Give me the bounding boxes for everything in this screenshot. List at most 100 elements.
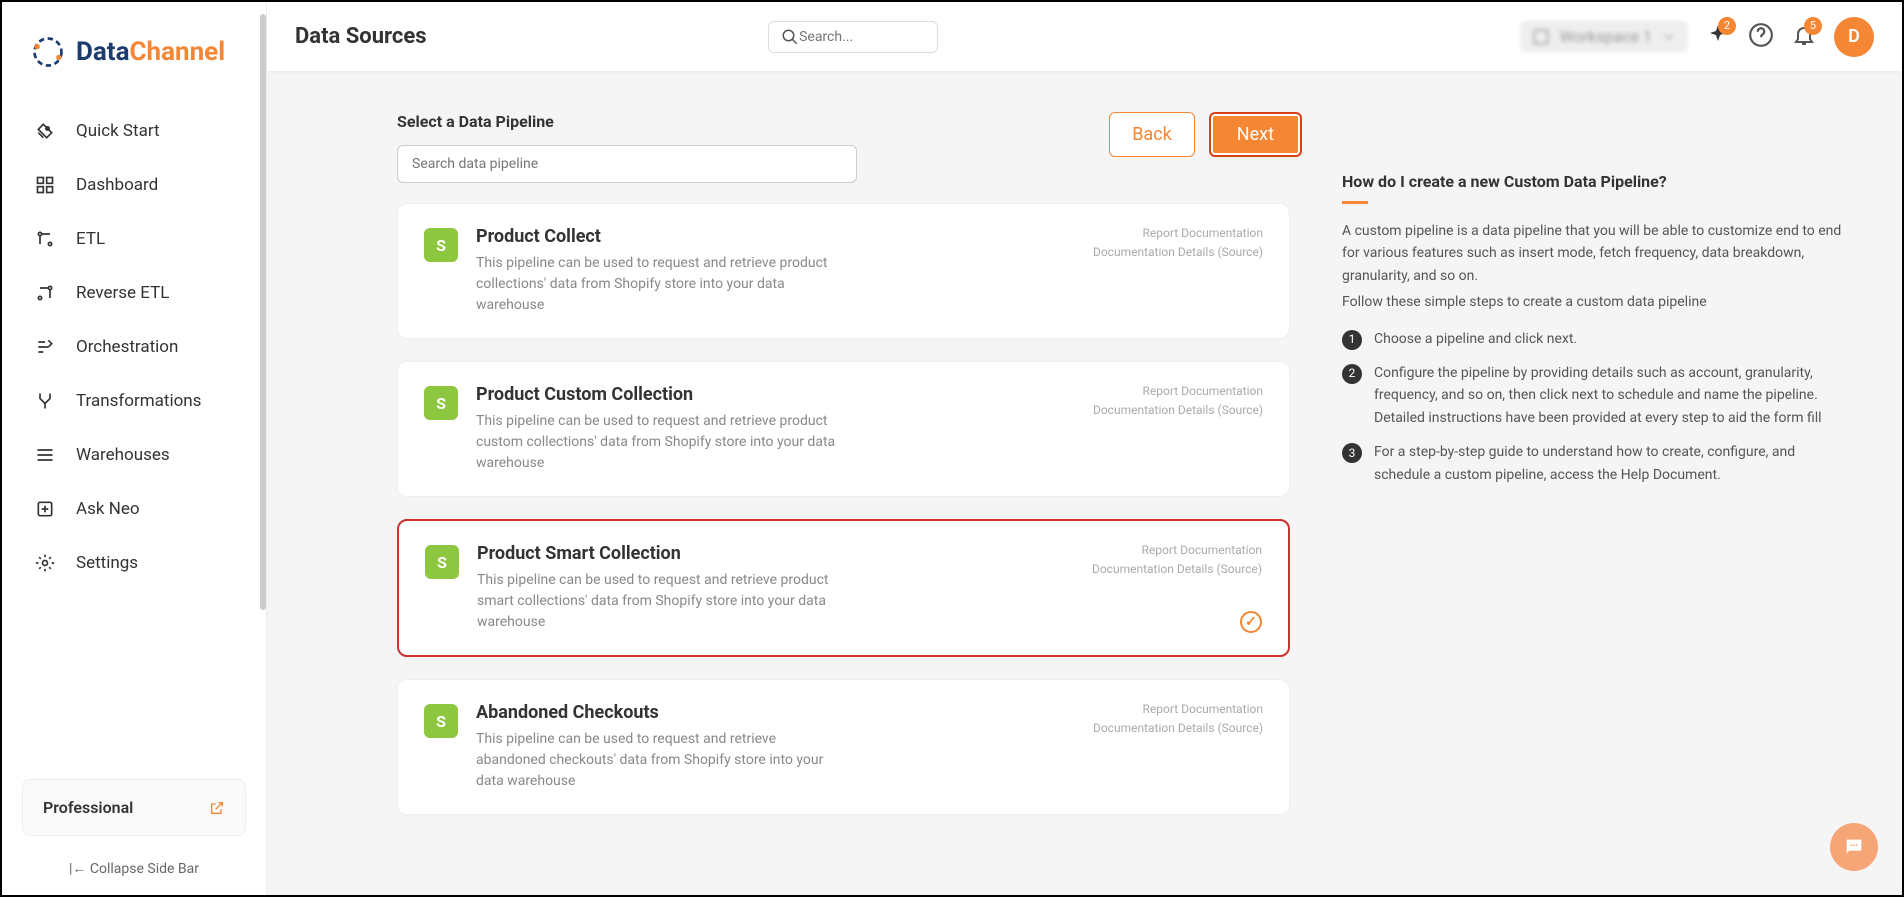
sidebar-item-label: Reverse ETL (76, 283, 169, 303)
orchestration-icon (32, 336, 58, 358)
reverse-etl-icon (32, 282, 58, 304)
section-title: Select a Data Pipeline (397, 112, 857, 131)
dashboard-icon (32, 174, 58, 196)
help-paragraph: Follow these simple steps to create a cu… (1342, 291, 1852, 313)
help-title: How do I create a new Custom Data Pipeli… (1342, 172, 1852, 191)
transformations-icon (32, 390, 58, 412)
step-number: 1 (1342, 330, 1362, 350)
sidebar-item-label: Transformations (76, 391, 201, 411)
sidebar-nav: Quick Start Dashboard ETL Reverse ETL Or… (2, 94, 266, 769)
step-text: Configure the pipeline by providing deta… (1374, 362, 1852, 429)
logo-text-channel: Channel (130, 37, 226, 67)
sidebar-item-label: Dashboard (76, 175, 158, 195)
card-description: This pipeline can be used to request and… (477, 570, 847, 633)
collapse-sidebar-button[interactable]: |← Collapse Side Bar (2, 846, 266, 895)
sidebar-item-etl[interactable]: ETL (2, 212, 266, 266)
topbar: Data Sources Workspace 1 2 (267, 2, 1902, 72)
help-underline (1342, 201, 1368, 204)
pipeline-search-input[interactable] (397, 145, 857, 183)
shopify-icon: S (425, 545, 459, 579)
help-paragraph: A custom pipeline is a data pipeline tha… (1342, 220, 1852, 287)
sidebar-item-label: Warehouses (76, 445, 170, 465)
workspace-label: Workspace 1 (1560, 27, 1652, 46)
selected-check-icon (1240, 611, 1262, 633)
sidebar-item-ask-neo[interactable]: Ask Neo (2, 482, 266, 536)
step-number: 2 (1342, 364, 1362, 384)
settings-icon (32, 552, 58, 574)
pipeline-card[interactable]: S Product Collect This pipeline can be u… (397, 203, 1290, 339)
back-button[interactable]: Back (1109, 112, 1195, 157)
notifications-badge: 5 (1804, 17, 1822, 35)
card-link-details[interactable]: Documentation Details (Source) (1093, 401, 1263, 420)
pipeline-card[interactable]: S Product Smart Collection This pipeline… (397, 519, 1290, 657)
sparkle-badge: 2 (1718, 17, 1736, 35)
search-icon (781, 28, 799, 46)
page-title: Data Sources (295, 24, 427, 49)
sidebar-item-reverse-etl[interactable]: Reverse ETL (2, 266, 266, 320)
global-search-input[interactable] (799, 29, 909, 45)
help-button[interactable] (1748, 22, 1774, 52)
card-description: This pipeline can be used to request and… (476, 411, 846, 474)
external-link-icon (209, 800, 225, 816)
ask-neo-icon (32, 498, 58, 520)
sidebar-scrollbar[interactable] (260, 14, 266, 610)
step-text: For a step-by-step guide to understand h… (1374, 441, 1852, 486)
next-button[interactable]: Next (1209, 112, 1302, 157)
shopify-icon: S (424, 228, 458, 262)
card-link-docs[interactable]: Report Documentation (1093, 224, 1263, 243)
shopify-icon: S (424, 704, 458, 738)
avatar-letter: D (1848, 26, 1860, 47)
chat-icon (1843, 836, 1865, 858)
sparkle-button[interactable]: 2 (1706, 23, 1730, 51)
notifications-button[interactable]: 5 (1792, 23, 1816, 51)
workspace-icon (1532, 28, 1550, 46)
help-panel: How do I create a new Custom Data Pipeli… (1342, 112, 1852, 895)
help-step: 3 For a step-by-step guide to understand … (1342, 441, 1852, 486)
global-search[interactable] (768, 21, 938, 53)
collapse-label: Collapse Side Bar (90, 861, 199, 877)
card-link-docs[interactable]: Report Documentation (1093, 382, 1263, 401)
card-description: This pipeline can be used to request and… (476, 729, 846, 792)
step-number: 3 (1342, 443, 1362, 463)
sidebar-item-warehouses[interactable]: Warehouses (2, 428, 266, 482)
sidebar-item-quick-start[interactable]: Quick Start (2, 104, 266, 158)
sidebar-item-label: ETL (76, 229, 105, 249)
card-link-details[interactable]: Documentation Details (Source) (1093, 243, 1263, 262)
warehouses-icon (32, 444, 58, 466)
sidebar-item-settings[interactable]: Settings (2, 536, 266, 590)
etl-icon (32, 228, 58, 250)
sidebar-item-label: Orchestration (76, 337, 178, 357)
sidebar-item-dashboard[interactable]: Dashboard (2, 158, 266, 212)
pipeline-card[interactable]: S Abandoned Checkouts This pipeline can … (397, 679, 1290, 815)
sidebar-item-label: Settings (76, 553, 138, 573)
avatar[interactable]: D (1834, 17, 1874, 57)
sidebar-item-label: Ask Neo (76, 499, 140, 519)
card-link-docs[interactable]: Report Documentation (1092, 541, 1262, 560)
plan-label: Professional (43, 798, 133, 817)
chevron-down-icon (1662, 30, 1676, 44)
logo-text-data: Data (76, 37, 130, 67)
workspace-selector[interactable]: Workspace 1 (1520, 21, 1688, 52)
card-description: This pipeline can be used to request and… (476, 253, 846, 316)
card-link-details[interactable]: Documentation Details (Source) (1093, 719, 1263, 738)
main: Data Sources Workspace 1 2 (267, 2, 1902, 895)
step-text: Choose a pipeline and click next. (1374, 328, 1577, 350)
logo[interactable]: DataChannel (2, 22, 266, 94)
pipeline-card[interactable]: S Product Custom Collection This pipelin… (397, 361, 1290, 497)
pipeline-cards: S Product Collect This pipeline can be u… (397, 203, 1302, 895)
sidebar-item-orchestration[interactable]: Orchestration (2, 320, 266, 374)
help-step: 1 Choose a pipeline and click next. (1342, 328, 1852, 350)
card-link-docs[interactable]: Report Documentation (1093, 700, 1263, 719)
chat-fab[interactable] (1830, 823, 1878, 871)
help-step: 2 Configure the pipeline by providing det… (1342, 362, 1852, 429)
sidebar-item-label: Quick Start (76, 121, 160, 141)
sidebar: DataChannel Quick Start Dashboard ETL Re… (2, 2, 267, 895)
content: Select a Data Pipeline Back Next S Produ… (267, 72, 1902, 895)
logo-icon (30, 34, 66, 70)
sidebar-item-transformations[interactable]: Transformations (2, 374, 266, 428)
rocket-icon (32, 120, 58, 142)
help-steps: 1 Choose a pipeline and click next. 2 Confi… (1342, 328, 1852, 486)
shopify-icon: S (424, 386, 458, 420)
card-link-details[interactable]: Documentation Details (Source) (1092, 560, 1262, 579)
plan-box[interactable]: Professional (22, 779, 246, 836)
